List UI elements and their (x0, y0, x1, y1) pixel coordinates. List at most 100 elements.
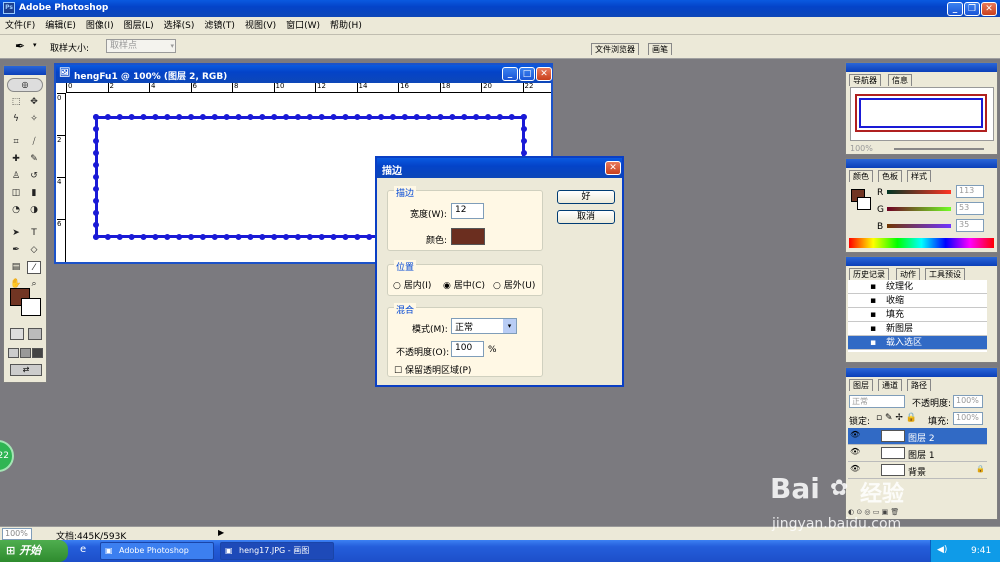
eye-icon[interactable]: 👁 (850, 430, 860, 439)
document-close-icon[interactable]: ✕ (536, 67, 552, 81)
eye-icon[interactable]: 👁 (850, 447, 860, 456)
screen-mode-full-menu-icon[interactable] (20, 348, 31, 358)
fill-input[interactable]: 100% (953, 412, 983, 425)
navigator-zoom[interactable]: 100% (850, 144, 873, 153)
menu-item[interactable]: 帮助(H) (325, 17, 367, 35)
status-menu-arrow-icon[interactable]: ▶ (218, 528, 224, 537)
tab-history[interactable]: 历史记录 (849, 268, 889, 280)
taskbar-item[interactable]: ▣ heng17.JPG - 画图 (220, 542, 334, 560)
menu-item[interactable]: 滤镜(T) (199, 17, 240, 35)
quicklaunch-ie-icon[interactable]: e (80, 544, 86, 555)
lasso-icon[interactable]: ϟ (9, 113, 23, 126)
quick-mask-icon[interactable] (28, 328, 42, 340)
radio-center[interactable]: ◉ 居中(C) (443, 278, 485, 291)
minimize-icon[interactable]: _ (947, 2, 963, 16)
history-item[interactable]: ▪ 载入选区 (848, 336, 987, 350)
cancel-button[interactable]: 取消 (557, 210, 615, 224)
screen-mode-full-icon[interactable] (32, 348, 43, 358)
slice-icon[interactable]: ⧸ (27, 136, 41, 149)
b-input[interactable]: 35 (956, 219, 984, 232)
history-item[interactable]: ▪ 新图层 (848, 322, 987, 336)
color-bg-swatch[interactable] (857, 197, 871, 210)
preserve-transparency-checkbox[interactable]: ☐ 保留透明区域(P) (394, 363, 471, 376)
menu-item[interactable]: 视图(V) (240, 17, 281, 35)
side-badge[interactable]: 22 (0, 440, 14, 472)
marquee-icon[interactable]: ⬚ (9, 96, 23, 109)
background-color-swatch[interactable] (21, 298, 41, 316)
eyedropper-icon[interactable]: ✒ (15, 39, 25, 53)
taskbar-item[interactable]: ▣ Adobe Photoshop (100, 542, 214, 560)
shape-icon[interactable]: ◇ (27, 244, 41, 257)
blur-icon[interactable]: ◔ (9, 204, 23, 217)
status-zoom[interactable]: 100% (2, 528, 32, 540)
tool-preset-chevron-icon[interactable]: ▾ (33, 41, 37, 49)
eyedropper-tool-icon[interactable]: ⁄ (27, 261, 41, 274)
document-minimize-icon[interactable]: _ (502, 67, 518, 81)
screen-mode-standard-icon[interactable] (8, 348, 19, 358)
move-icon[interactable]: ✥ (27, 96, 41, 109)
layer-blend-select[interactable]: 正常 (849, 395, 905, 408)
tab-info[interactable]: 信息 (888, 74, 912, 86)
mode-select[interactable]: 正常 ▾ (451, 318, 517, 334)
layer-row[interactable]: 👁 图层 1 (848, 445, 987, 462)
tab-navigator[interactable]: 导航器 (849, 74, 881, 86)
volume-icon[interactable]: ◀) (937, 545, 947, 555)
menu-item[interactable]: 图像(I) (81, 17, 119, 35)
brush-icon[interactable]: ✎ (27, 153, 41, 166)
opacity-input[interactable]: 100 (451, 341, 484, 357)
pen-icon[interactable]: ✒ (9, 244, 23, 257)
stamp-icon[interactable]: ♙ (9, 170, 23, 183)
restore-icon[interactable]: ❐ (964, 2, 980, 16)
tab-channels[interactable]: 通道 (878, 379, 902, 391)
magic-wand-icon[interactable]: ✧ (27, 113, 41, 126)
crop-icon[interactable]: ⌗ (9, 136, 23, 149)
dialog-close-icon[interactable]: ✕ (605, 161, 621, 175)
menu-item[interactable]: 图层(L) (119, 17, 159, 35)
r-input[interactable]: 113 (956, 185, 984, 198)
jump-to-imageready-icon[interactable]: ⇄ (10, 364, 42, 376)
menu-item[interactable]: 窗口(W) (281, 17, 325, 35)
history-item[interactable]: ▪ 收缩 (848, 294, 987, 308)
layer-row[interactable]: 👁 图层 2 (848, 428, 987, 445)
history-item[interactable]: ▪ 纹理化 (848, 280, 987, 294)
stroke-color-swatch[interactable] (451, 228, 485, 245)
healing-icon[interactable]: ✚ (9, 153, 23, 166)
start-button[interactable]: ⊞ 开始 (0, 540, 68, 562)
tab-styles[interactable]: 样式 (907, 170, 931, 182)
tab-color[interactable]: 颜色 (849, 170, 873, 182)
history-item[interactable]: ▪ 填充 (848, 308, 987, 322)
b-slider[interactable] (887, 224, 951, 228)
tab-tool-presets[interactable]: 工具预设 (925, 268, 965, 280)
eraser-icon[interactable]: ◫ (9, 187, 23, 200)
notes-icon[interactable]: ▤ (9, 261, 23, 274)
lock-icons[interactable]: ▫ ✎ ✢ 🔒 (876, 413, 917, 423)
dodge-icon[interactable]: ◑ (27, 204, 41, 217)
sample-size-select[interactable]: 取样点 ▾ (106, 39, 176, 53)
g-slider[interactable] (887, 207, 951, 211)
tab-brush[interactable]: 画笔 (648, 43, 672, 55)
layer-opacity-input[interactable]: 100% (953, 395, 983, 408)
type-icon[interactable]: T (27, 227, 41, 240)
radio-outside[interactable]: ○ 居外(U) (493, 278, 535, 291)
close-icon[interactable]: ✕ (981, 2, 997, 16)
tab-actions[interactable]: 动作 (896, 268, 920, 280)
quick-mask-standard-icon[interactable] (10, 328, 24, 340)
document-maximize-icon[interactable]: □ (519, 67, 535, 81)
tab-layers[interactable]: 图层 (849, 379, 873, 391)
navigator-zoom-slider[interactable] (894, 148, 984, 150)
tab-swatches[interactable]: 色板 (878, 170, 902, 182)
menu-item[interactable]: 选择(S) (159, 17, 200, 35)
radio-inside[interactable]: ○ 居内(I) (393, 278, 431, 291)
color-spectrum-bar[interactable] (849, 238, 994, 248)
g-input[interactable]: 53 (956, 202, 984, 215)
ok-button[interactable]: 好 (557, 190, 615, 204)
navigator-view-box[interactable] (855, 94, 987, 132)
width-input[interactable]: 12 (451, 203, 484, 219)
menu-item[interactable]: 文件(F) (0, 17, 40, 35)
tab-file-browser[interactable]: 文件浏览器 (591, 43, 639, 55)
menu-item[interactable]: 编辑(E) (40, 17, 81, 35)
gradient-icon[interactable]: ▮ (27, 187, 41, 200)
path-select-icon[interactable]: ➤ (9, 227, 23, 240)
tab-paths[interactable]: 路径 (907, 379, 931, 391)
r-slider[interactable] (887, 190, 951, 194)
